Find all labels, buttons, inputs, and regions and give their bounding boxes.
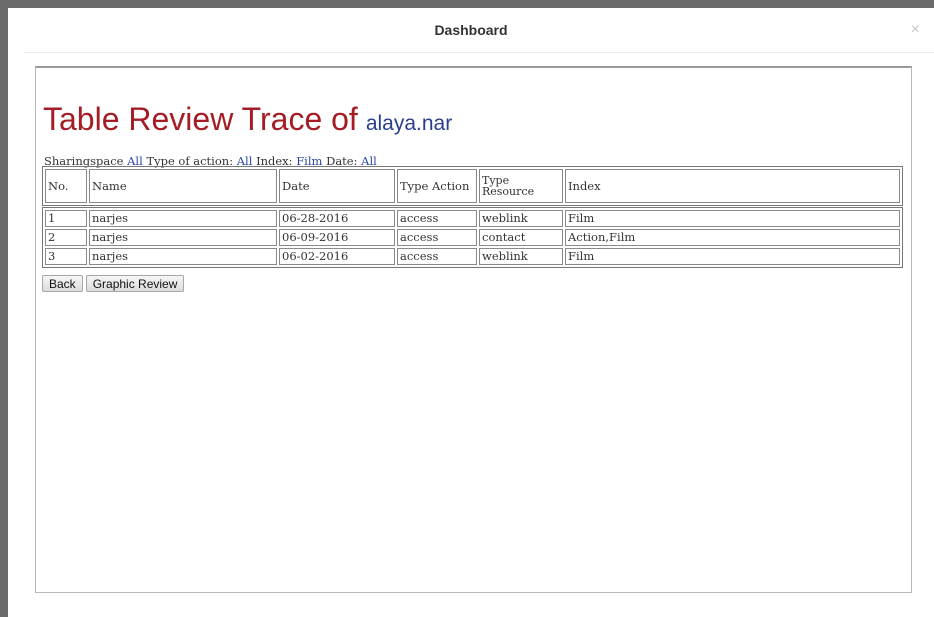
table-row: 3 narjes 06-02-2016 access weblink Film: [45, 248, 900, 265]
modal-header: Dashboard ×: [24, 8, 934, 53]
cell-date: 06-28-2016: [279, 210, 395, 227]
cell-index: Action,Film: [565, 229, 900, 246]
header-index: Index: [565, 169, 900, 203]
cell-type-action: access: [397, 210, 477, 227]
cell-type-action: access: [397, 229, 477, 246]
cell-no: 1: [45, 210, 87, 227]
cell-type-resource: weblink: [479, 210, 563, 227]
graphic-review-button[interactable]: Graphic Review: [85, 275, 185, 292]
report-frame: Table Review Trace of alaya.nar Sharingsp…: [35, 66, 912, 593]
cell-date: 06-09-2016: [279, 229, 395, 246]
window-top-border: [0, 0, 934, 8]
table-header: No. Name Date Type Action Type Resource …: [42, 166, 903, 206]
window-left-border: [0, 0, 8, 617]
header-type-resource: Type Resource: [479, 169, 563, 203]
close-icon[interactable]: ×: [911, 21, 920, 39]
cell-date: 06-02-2016: [279, 248, 395, 265]
cell-name: narjes: [89, 248, 277, 265]
report-username: alaya.nar: [365, 112, 453, 135]
report-title: Table Review Trace of: [43, 101, 358, 137]
header-date: Date: [279, 169, 395, 203]
trace-table: 1 narjes 06-28-2016 access weblink Film …: [42, 207, 903, 268]
action-buttons: Back Graphic Review: [42, 273, 187, 292]
back-button[interactable]: Back: [42, 275, 83, 292]
header-row: No. Name Date Type Action Type Resource …: [45, 169, 900, 203]
cell-name: narjes: [89, 210, 277, 227]
header-no: No.: [45, 169, 87, 203]
table-row: 2 narjes 06-09-2016 access contact Actio…: [45, 229, 900, 246]
header-name: Name: [89, 169, 277, 203]
cell-no: 2: [45, 229, 87, 246]
dashboard-modal: Dashboard × Table Review Trace of alaya.n…: [8, 8, 934, 617]
modal-title: Dashboard: [434, 22, 508, 38]
cell-name: narjes: [89, 229, 277, 246]
cell-type-action: access: [397, 248, 477, 265]
cell-no: 3: [45, 248, 87, 265]
cell-type-resource: contact: [479, 229, 563, 246]
header-type-action: Type Action: [397, 169, 477, 203]
cell-index: Film: [565, 210, 900, 227]
report-heading: Table Review Trace of alaya.nar: [43, 101, 452, 138]
cell-type-resource: weblink: [479, 248, 563, 265]
cell-index: Film: [565, 248, 900, 265]
table-row: 1 narjes 06-28-2016 access weblink Film: [45, 210, 900, 227]
